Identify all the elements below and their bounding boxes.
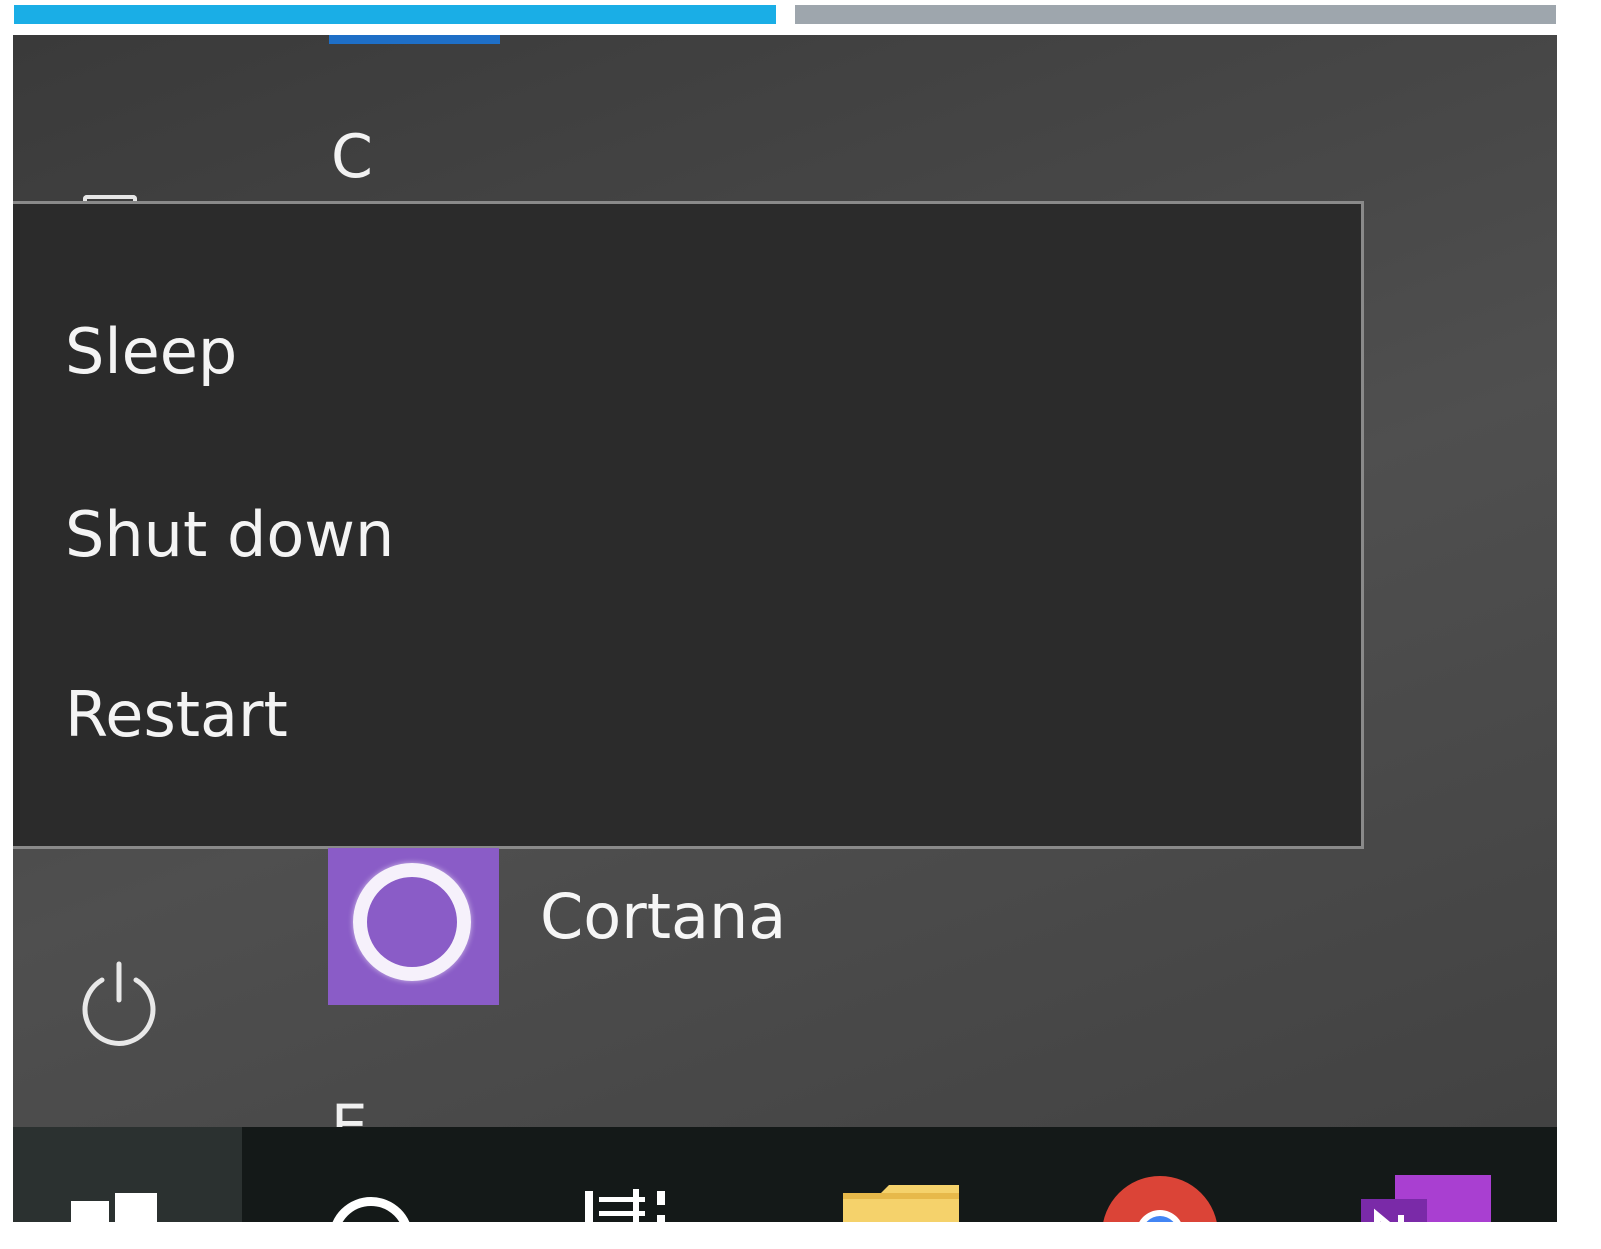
group-letter-c[interactable]: C [331,127,373,187]
cortana-app-tile[interactable] [328,848,499,1005]
chrome-icon[interactable] [1101,1175,1219,1222]
windows-logo-icon [71,1189,159,1222]
cortana-app-label[interactable]: Cortana [540,880,786,954]
sleep-menu-item[interactable]: Sleep [65,301,237,401]
power-icon[interactable] [76,960,162,1050]
progress-bar-remaining [795,5,1556,24]
progress-bar-filled [14,5,776,24]
restart-menu-item[interactable]: Restart [65,664,288,764]
app-tile-partial[interactable] [329,35,500,44]
file-explorer-icon[interactable] [841,1185,961,1222]
power-options-menu: Sleep Shut down Restart [13,201,1364,849]
taskbar [13,1127,1557,1222]
group-letter-e[interactable]: E [331,1097,368,1127]
search-icon[interactable] [329,1197,413,1222]
cortana-icon [353,863,471,981]
start-button[interactable] [13,1127,242,1222]
task-view-icon[interactable] [583,1189,673,1222]
shut-down-menu-item[interactable]: Shut down [65,484,394,584]
onenote-icon[interactable] [1361,1175,1491,1222]
